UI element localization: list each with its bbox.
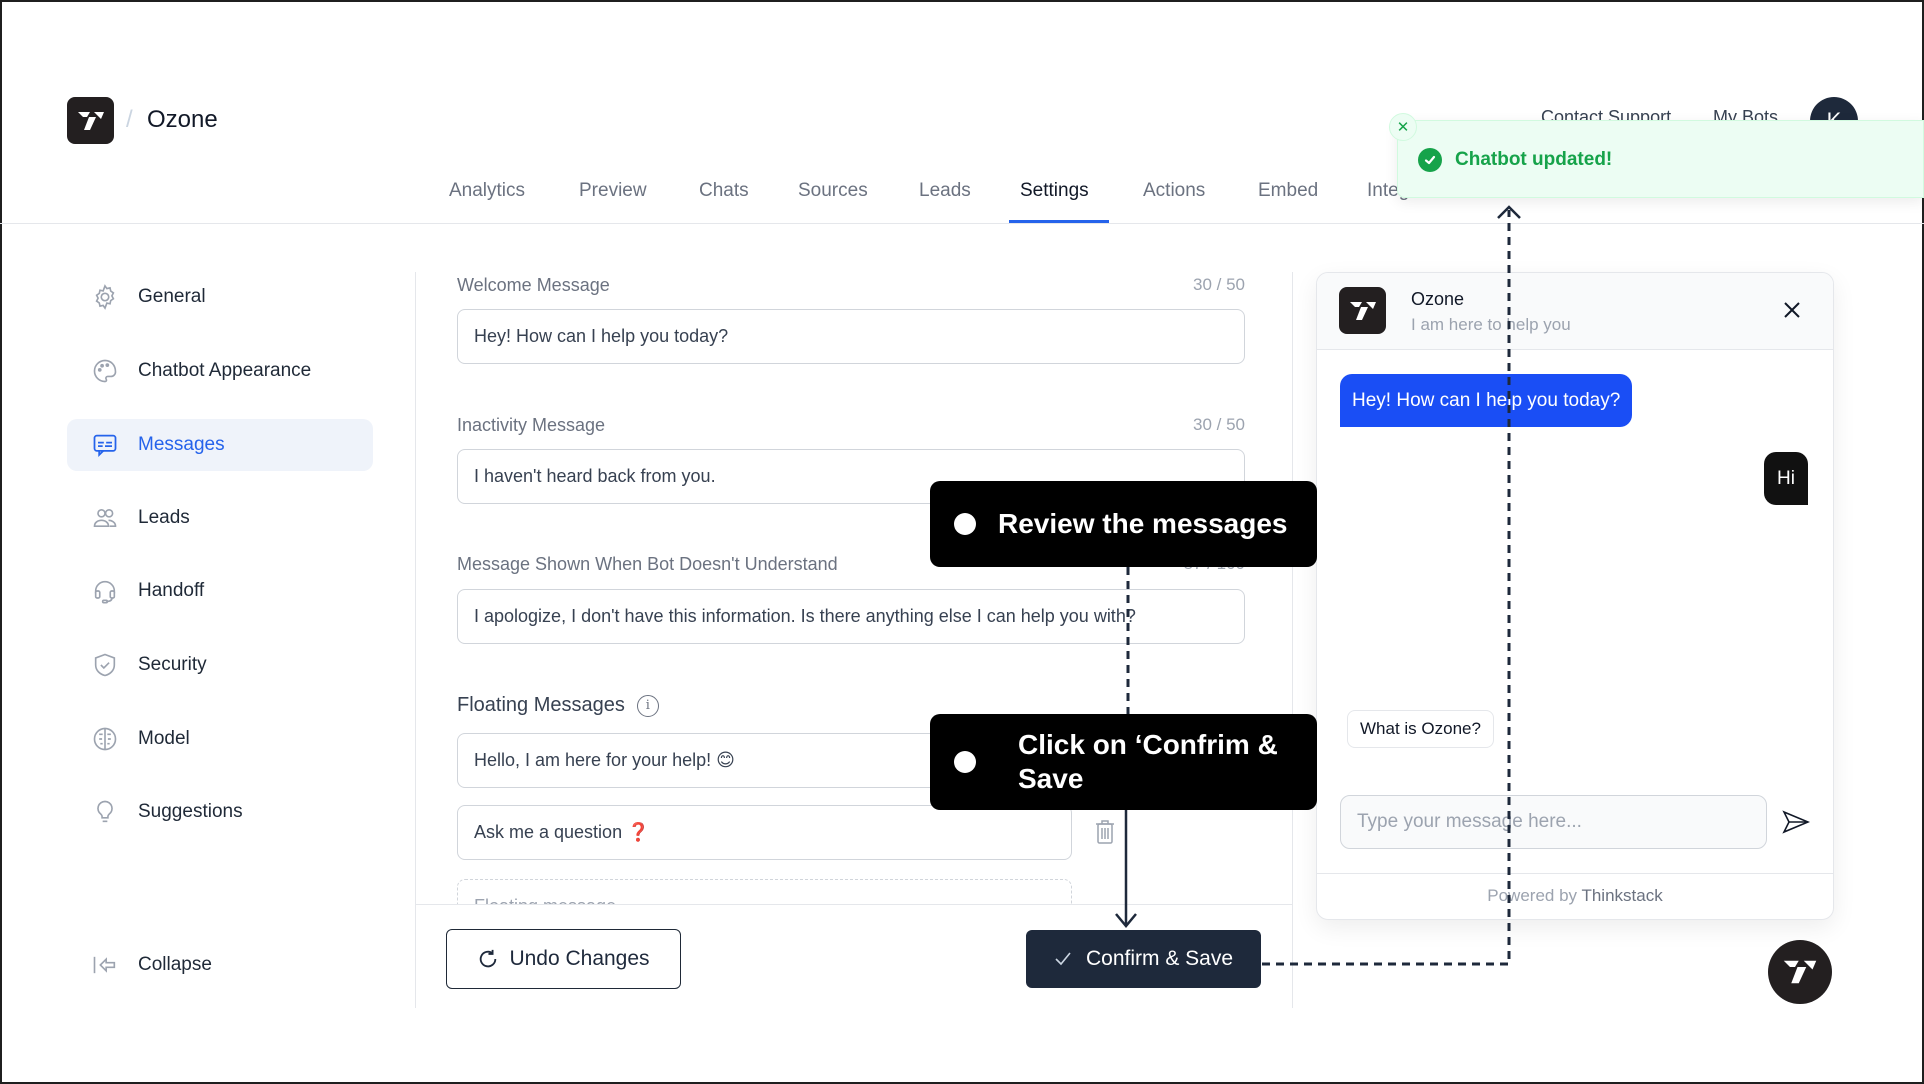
floating-messages-title: Floating Messages i — [457, 694, 659, 717]
toast-close-button[interactable]: ✕ — [1389, 113, 1417, 141]
chat-close-button[interactable] — [1780, 298, 1804, 322]
gear-icon — [89, 281, 121, 313]
bullet-dot — [954, 513, 976, 535]
inactivity-message-label: Inactivity Message — [457, 415, 606, 435]
powered-by: Powered by Thinkstack — [1317, 886, 1833, 906]
welcome-message-counter: 30 / 50 — [1193, 275, 1245, 294]
breadcrumb-separator: / — [126, 106, 133, 133]
tab-settings[interactable]: Settings — [1020, 180, 1089, 202]
fallback-message-label: Message Shown When Bot Doesn't Understan… — [457, 554, 838, 574]
callout-text: Review the messages — [998, 508, 1288, 539]
chat-subtitle: I am here to help you — [1411, 315, 1571, 334]
thinkstack-logo-icon — [77, 111, 104, 130]
welcome-message-input[interactable]: Hey! How can I help you today? — [457, 309, 1245, 364]
callout-text: Click on ‘Confrim & Save — [1018, 729, 1278, 794]
collapse-icon — [89, 949, 121, 981]
bullet-dot — [954, 751, 976, 773]
headset-icon — [89, 575, 121, 607]
chat-message-input[interactable]: Type your message here... — [1340, 795, 1767, 849]
trash-icon[interactable] — [1094, 819, 1116, 845]
tab-analytics[interactable]: Analytics — [449, 180, 525, 202]
refresh-icon — [480, 949, 497, 968]
fallback-message-input[interactable]: I apologize, I don't have this informati… — [457, 589, 1245, 644]
sidebar-item-label: Security — [138, 654, 207, 675]
sidebar-item-label: Chatbot Appearance — [138, 360, 312, 381]
bot-name-breadcrumb[interactable]: Ozone — [147, 106, 218, 134]
sidebar-item-label: Collapse — [138, 954, 212, 975]
sidebar-item-chatbot-appearance[interactable]: Chatbot Appearance — [67, 345, 373, 397]
chat-launcher-button[interactable] — [1768, 940, 1832, 1004]
confirm-save-button[interactable]: Confirm & Save — [1026, 930, 1261, 988]
chat-preview-panel: Ozone I am here to help you Hey! How can… — [1316, 272, 1834, 920]
palette-icon — [89, 355, 121, 387]
sidebar-item-general[interactable]: General — [67, 271, 373, 323]
chat-header: Ozone I am here to help you — [1317, 273, 1833, 350]
header-divider — [0, 223, 1924, 224]
tab-actions[interactable]: Actions — [1143, 180, 1205, 202]
tab-sources[interactable]: Sources — [798, 180, 868, 202]
floating-message-input[interactable]: Ask me a question ❓ — [457, 805, 1072, 860]
thinkstack-logo-icon — [1783, 960, 1817, 984]
close-icon — [1784, 302, 1800, 318]
tab-embed[interactable]: Embed — [1258, 180, 1318, 202]
shield-check-icon — [89, 649, 121, 681]
user-message-bubble: Hi — [1764, 452, 1808, 505]
sidebar-item-label: Handoff — [138, 580, 205, 601]
check-icon — [1055, 952, 1071, 966]
sidebar-item-handoff[interactable]: Handoff — [67, 565, 373, 617]
sidebar-item-label: Suggestions — [138, 801, 243, 822]
sidebar-item-label: General — [138, 286, 206, 307]
input-value: Ask me a question ❓ — [474, 822, 650, 842]
bot-message-bubble: Hey! How can I help you today? — [1340, 374, 1633, 427]
callout-confirm-save: Click on ‘Confrim & Save — [930, 714, 1317, 810]
inactivity-message-counter: 30 / 50 — [1193, 415, 1245, 434]
sidebar-item-suggestions[interactable]: Suggestions — [67, 786, 373, 838]
powered-brand[interactable]: Thinkstack — [1581, 886, 1662, 905]
thinkstack-logo-icon — [1349, 301, 1376, 320]
lightbulb-icon — [89, 796, 121, 828]
users-icon — [89, 502, 121, 534]
close-icon: ✕ — [1396, 119, 1410, 136]
sidebar-item-model[interactable]: Model — [67, 713, 373, 765]
app-logo[interactable] — [67, 97, 114, 144]
undo-changes-button[interactable]: Undo Changes — [446, 929, 681, 989]
undo-label: Undo Changes — [509, 947, 650, 970]
floating-messages-label: Floating Messages — [457, 694, 625, 716]
tab-preview[interactable]: Preview — [579, 180, 647, 202]
powered-prefix: Powered by — [1487, 886, 1582, 905]
send-icon[interactable] — [1782, 810, 1811, 834]
input-placeholder: Type your message here... — [1357, 811, 1582, 832]
sidebar-item-security[interactable]: Security — [67, 639, 373, 691]
chat-footer-divider — [1317, 873, 1833, 874]
suggestion-chip[interactable]: What is Ozone? — [1347, 710, 1494, 748]
sidebar-divider — [415, 272, 416, 1008]
sidebar-collapse-button[interactable]: Collapse — [67, 939, 373, 991]
sidebar-item-leads[interactable]: Leads — [67, 492, 373, 544]
toast-message: Chatbot updated! — [1455, 149, 1613, 170]
input-value: I haven't heard back from you. — [474, 466, 716, 486]
sidebar-item-label: Messages — [138, 434, 225, 455]
message-icon — [89, 429, 121, 461]
check-circle-icon — [1418, 148, 1442, 172]
input-value: Hello, I am here for your help! 😊 — [474, 750, 735, 770]
callout-review-messages: Review the messages — [930, 481, 1317, 567]
sidebar-item-label: Model — [138, 728, 190, 749]
brain-icon — [89, 723, 121, 755]
tab-chats[interactable]: Chats — [699, 180, 749, 202]
input-value: Hey! How can I help you today? — [474, 326, 729, 346]
preview-divider — [1292, 272, 1293, 1008]
input-value: I apologize, I don't have this informati… — [474, 606, 1136, 626]
confirm-label: Confirm & Save — [1085, 947, 1234, 970]
chat-title: Ozone — [1411, 289, 1465, 309]
welcome-message-label: Welcome Message — [457, 275, 610, 295]
tab-leads[interactable]: Leads — [919, 180, 971, 202]
sidebar-item-messages[interactable]: Messages — [67, 419, 373, 471]
sidebar-item-label: Leads — [138, 507, 190, 528]
chat-bot-logo — [1339, 287, 1386, 334]
info-icon[interactable]: i — [636, 694, 659, 717]
